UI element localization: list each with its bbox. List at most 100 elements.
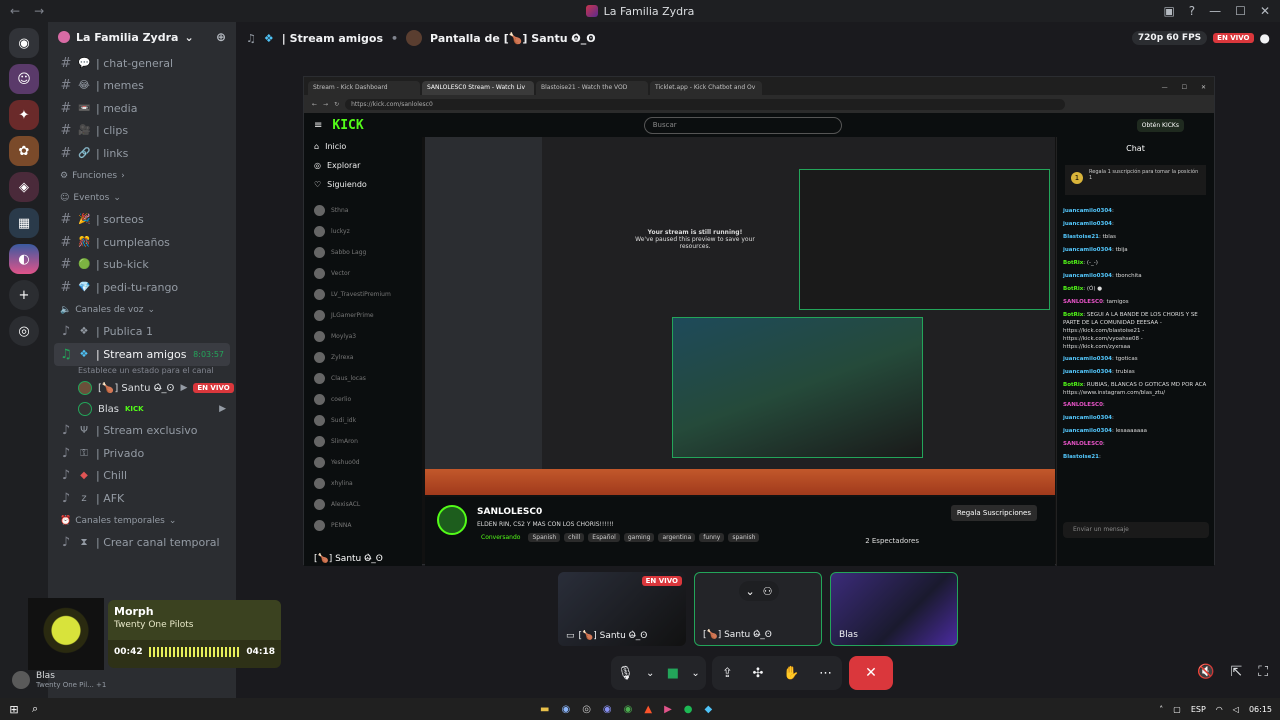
- followed-channel[interactable]: Yeshuo0d: [304, 452, 422, 473]
- text-channel[interactable]: # 💬 | chat-general: [48, 52, 236, 75]
- followed-channel[interactable]: Zylrexa: [304, 347, 422, 368]
- screen-share[interactable]: Stream - Kick Dashboard SANLOLESC0 Strea…: [303, 76, 1215, 566]
- channel-status[interactable]: Establece un estado para el canal: [48, 366, 236, 378]
- browser-tab[interactable]: Blastoise21 - Watch the VOD: [536, 81, 648, 95]
- participant-tile[interactable]: ⌄ ⚇ [🍗] Santu ʘ̶̀_ʘ: [694, 572, 822, 646]
- camera-icon[interactable]: ■: [667, 666, 679, 681]
- chat-message[interactable]: juancamilo0304: tbonchita: [1057, 270, 1214, 283]
- tag[interactable]: funny: [699, 533, 725, 542]
- kick-search[interactable]: Buscar: [643, 116, 842, 134]
- help-icon[interactable]: ?: [1189, 4, 1195, 18]
- chat-username[interactable]: SANLOLESC0: [1063, 299, 1103, 305]
- windows-start-icon[interactable]: ⊞: [0, 703, 28, 716]
- followed-channel[interactable]: coerlio: [304, 389, 422, 410]
- soundboard-icon[interactable]: ✋: [783, 666, 799, 681]
- discover-icon[interactable]: ◎: [9, 316, 39, 346]
- chat-username[interactable]: BotRix: [1063, 312, 1083, 318]
- server-icon[interactable]: ✦: [9, 100, 39, 130]
- followed-channel[interactable]: Sabbo Lagg: [304, 242, 422, 263]
- file-explorer-icon[interactable]: ▬: [540, 704, 549, 715]
- forward-arrow-icon[interactable]: →: [323, 101, 328, 108]
- forward-arrow-icon[interactable]: →: [34, 4, 44, 18]
- discord-icon[interactable]: ◉: [603, 704, 612, 715]
- nav-explorar[interactable]: ◎ Explorar: [304, 156, 422, 175]
- add-user-icon[interactable]: ⚇: [763, 585, 773, 598]
- add-server-icon[interactable]: +: [9, 280, 39, 310]
- invite-icon[interactable]: ⊕: [216, 30, 226, 44]
- chat-message[interactable]: SANLOLESC0: tamigos: [1057, 296, 1214, 309]
- minimize-button[interactable]: —: [1209, 4, 1221, 18]
- maximize-button[interactable]: ☐: [1235, 4, 1246, 18]
- chat-message[interactable]: BotRix: (-_-): [1057, 257, 1214, 270]
- chat-username[interactable]: BotRix: [1063, 260, 1083, 266]
- chat-username[interactable]: BotRix: [1063, 286, 1083, 292]
- chat-username[interactable]: juancamilo0304: [1063, 415, 1112, 421]
- popout-icon[interactable]: ⇱: [1230, 664, 1242, 680]
- fullscreen-icon[interactable]: ⛶: [1258, 664, 1268, 680]
- activities-icon[interactable]: ✣: [753, 666, 764, 681]
- voice-channel[interactable]: ♪ ⧗ | Crear canal temporal: [48, 532, 236, 555]
- browser-tab[interactable]: Stream - Kick Dashboard: [308, 81, 420, 95]
- server-icon[interactable]: ◈: [9, 172, 39, 202]
- back-arrow-icon[interactable]: ←: [312, 101, 317, 108]
- tag[interactable]: Spanish: [528, 533, 561, 542]
- followed-channel[interactable]: Vector: [304, 263, 422, 284]
- chat-message[interactable]: BotRix: SEGUI A LA BANDE DE LOS CHORIS Y…: [1057, 309, 1214, 353]
- chevron-down-icon[interactable]: ⌄: [691, 668, 699, 679]
- browser-tab[interactable]: Ticklet.app - Kick Chatbot and Ov: [650, 81, 762, 95]
- chat-message[interactable]: SANLOLESC0:: [1057, 438, 1214, 451]
- discord-home-icon[interactable]: ◉: [9, 28, 39, 58]
- chat-username[interactable]: juancamilo0304: [1063, 221, 1112, 227]
- mute-stream-icon[interactable]: 🔇: [1197, 664, 1214, 680]
- chat-message[interactable]: juancamilo0304:: [1057, 412, 1214, 425]
- followed-channel[interactable]: luckyz: [304, 221, 422, 242]
- voice-channel[interactable]: ♪ ◆ | Chill: [48, 465, 236, 488]
- steam-icon[interactable]: ◉: [561, 704, 570, 715]
- share-screen-icon[interactable]: ⇪: [722, 666, 733, 681]
- chat-username[interactable]: juancamilo0304: [1063, 208, 1112, 214]
- tag[interactable]: chill: [564, 533, 585, 542]
- browser-tab[interactable]: SANLOLESC0 Stream - Watch Liv: [422, 81, 534, 95]
- guild-header[interactable]: La Familia Zydra ⌄ ⊕: [48, 22, 236, 52]
- text-channel[interactable]: # 🎊 | cumpleaños: [48, 231, 236, 254]
- participant-tile[interactable]: EN VIVO ▭ [🍗] Santu ʘ̶̀_ʘ: [558, 572, 686, 646]
- participant-tile[interactable]: Blas: [830, 572, 958, 646]
- voice-channel[interactable]: ♪ z | AFK: [48, 487, 236, 510]
- voice-user[interactable]: Blas KICK ▶: [48, 399, 236, 420]
- followed-channel[interactable]: Moylya3: [304, 326, 422, 347]
- tag[interactable]: argentina: [658, 533, 696, 542]
- server-icon[interactable]: ✿: [9, 136, 39, 166]
- chat-username[interactable]: juancamilo0304: [1063, 273, 1112, 279]
- chat-username[interactable]: BotRix: [1063, 382, 1083, 388]
- wifi-icon[interactable]: ◠: [1216, 705, 1223, 714]
- nav-siguiendo[interactable]: ♡ Siguiendo: [304, 175, 422, 194]
- kick-logo[interactable]: KICK: [332, 118, 363, 133]
- search-icon[interactable]: ⌕: [28, 702, 38, 716]
- spotify-icon[interactable]: ●: [684, 704, 693, 715]
- app-icon[interactable]: ◎: [582, 704, 591, 715]
- tag[interactable]: spanish: [728, 533, 760, 542]
- followed-channel[interactable]: LV_TravestiPremium: [304, 284, 422, 305]
- menu-icon[interactable]: ≡: [314, 120, 322, 131]
- followed-channel[interactable]: SlimAron: [304, 431, 422, 452]
- chat-username[interactable]: juancamilo0304: [1063, 356, 1112, 362]
- chat-message[interactable]: juancamilo0304: trubias: [1057, 366, 1214, 379]
- chat-username[interactable]: SANLOLESC0: [1063, 441, 1103, 447]
- chat-username[interactable]: juancamilo0304: [1063, 369, 1112, 375]
- voice-channel[interactable]: ♪ Ψ | Stream exclusivo: [48, 420, 236, 443]
- chevron-up-icon[interactable]: ˄: [1159, 705, 1163, 714]
- server-folder-icon[interactable]: ▦: [9, 208, 39, 238]
- voice-user[interactable]: [🍗] Santu ʘ̶̀_ʘ ▶ EN VIVO: [48, 378, 236, 399]
- followed-channel[interactable]: Claus_locas: [304, 368, 422, 389]
- chat-username[interactable]: juancamilo0304: [1063, 247, 1112, 253]
- text-channel[interactable]: # 📼 | media: [48, 97, 236, 120]
- followed-channel[interactable]: Sthna: [304, 200, 422, 221]
- chat-message[interactable]: juancamilo0304:: [1057, 205, 1214, 218]
- kick-video-player[interactable]: Your stream is still running! We've paus…: [425, 137, 1055, 495]
- nav-inicio[interactable]: ⌂ Inicio: [304, 137, 422, 156]
- text-channel[interactable]: # 💎 | pedi-tu-rango: [48, 276, 236, 299]
- chat-message[interactable]: BotRix: RUBIAS, BLANCAS O GOTICAS MD POR…: [1057, 379, 1214, 399]
- text-channel[interactable]: # 🟢 | sub-kick: [48, 254, 236, 277]
- category-funciones[interactable]: ⚙ Funciones ›: [48, 165, 236, 187]
- chat-message[interactable]: juancamilo0304: tgoticas: [1057, 353, 1214, 366]
